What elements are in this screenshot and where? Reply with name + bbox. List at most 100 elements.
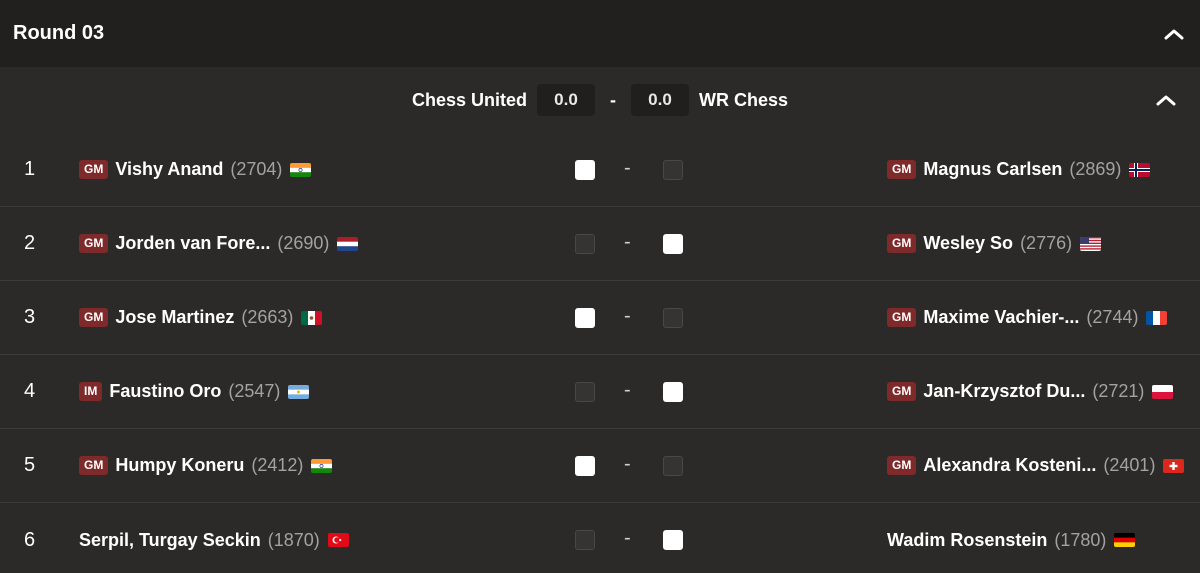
board-number: 6	[24, 528, 36, 551]
board-number: 5	[24, 454, 36, 476]
player-left[interactable]: GM Jose Martinez (2663)	[79, 307, 323, 328]
board-row[interactable]: 5 GM Humpy Koneru (2412) - GM Alexandra Kosten…	[0, 429, 1200, 503]
result-separator: -	[624, 157, 631, 179]
player-rating: (2776)	[1020, 233, 1073, 253]
player-right[interactable]: Wadim Rosenstein (1780)	[887, 529, 1136, 551]
player-name[interactable]: Jose Martinez	[115, 307, 234, 328]
player-left[interactable]: Serpil, Turgay Seckin (1870)	[79, 530, 349, 551]
board-number: 2	[24, 232, 36, 254]
argentina-flag-icon	[288, 384, 310, 399]
result-box-right	[663, 382, 683, 402]
result-box-left	[575, 234, 595, 254]
player-right[interactable]: GM Wesley So (2776)	[887, 233, 1102, 254]
board-row[interactable]: 1 GM Vishy Anand (2704) - GM Magnus Carlsen (28…	[0, 133, 1200, 207]
result-box-left	[575, 308, 595, 328]
board-number: 1	[24, 158, 36, 180]
boards-list: 1 GM Vishy Anand (2704) - GM Magnus Carlsen (28…	[0, 133, 1200, 573]
player-name[interactable]: Vishy Anand	[115, 159, 223, 180]
title-badge: GM	[79, 456, 109, 475]
title-badge: GM	[887, 160, 917, 179]
player-rating: (2744)	[1086, 307, 1139, 327]
title-badge: GM	[79, 160, 109, 179]
result-box-left	[575, 382, 595, 402]
board-row[interactable]: 2 GM Jorden van Fore... (2690) - GM Wesley So (…	[0, 207, 1200, 281]
title-badge: IM	[79, 382, 103, 401]
turkey-flag-icon	[327, 533, 349, 547]
title-badge: GM	[887, 308, 917, 327]
title-badge: GM	[887, 234, 917, 253]
result-separator: -	[624, 231, 631, 253]
result-separator: -	[624, 379, 631, 401]
chevron-up-icon[interactable]	[1161, 21, 1187, 47]
board-row[interactable]: 4 IM Faustino Oro (2547) - GM Jan-Krzysztof Du…	[0, 355, 1200, 429]
result-box-right	[663, 234, 683, 254]
result-box-right	[663, 456, 683, 476]
player-rating: (2704)	[230, 159, 283, 179]
usa-flag-icon	[1080, 236, 1102, 251]
france-flag-icon	[1146, 310, 1168, 325]
mexico-flag-icon	[301, 310, 323, 325]
player-name[interactable]: Jan-Krzysztof Du...	[923, 381, 1085, 402]
board-row[interactable]: 6 Serpil, Turgay Seckin (1870) - Wadim Rosen…	[0, 503, 1200, 573]
result-box-right	[663, 160, 683, 180]
player-rating: (2663)	[241, 307, 294, 327]
result-box-left	[575, 456, 595, 476]
chevron-up-icon[interactable]	[1153, 87, 1179, 113]
round-header[interactable]: Round 03	[0, 0, 1200, 67]
player-rating: (2721)	[1092, 381, 1145, 401]
player-name[interactable]: Jorden van Fore...	[115, 233, 270, 254]
away-team-score: 0.0	[631, 84, 689, 116]
player-name[interactable]: Alexandra Kosteni...	[923, 455, 1096, 476]
player-rating: (1780)	[1054, 529, 1107, 550]
player-rating: (2401)	[1103, 455, 1156, 475]
player-rating: (2869)	[1069, 159, 1122, 179]
result-box-left	[575, 160, 595, 180]
player-right[interactable]: GM Jan-Krzysztof Du... (2721)	[887, 381, 1174, 402]
result-box-right	[663, 530, 683, 550]
norway-flag-icon	[1129, 162, 1151, 177]
round-title: Round 03	[13, 22, 105, 44]
player-name[interactable]: Humpy Koneru	[115, 455, 244, 476]
player-left[interactable]: IM Faustino Oro (2547)	[79, 381, 310, 402]
home-team-score: 0.0	[537, 84, 595, 116]
score-separator: -	[610, 89, 616, 110]
player-right[interactable]: GM Alexandra Kosteni... (2401)	[887, 455, 1185, 476]
player-rating: (2547)	[228, 381, 281, 401]
netherlands-flag-icon	[337, 236, 359, 251]
result-separator: -	[624, 305, 631, 327]
home-team-name: Chess United	[411, 89, 527, 110]
player-name[interactable]: Serpil, Turgay Seckin	[79, 530, 261, 551]
result-separator: -	[624, 527, 631, 549]
player-name[interactable]: Magnus Carlsen	[923, 159, 1062, 180]
result-box-right	[663, 308, 683, 328]
board-number: 4	[24, 380, 36, 402]
round-panel: Round 03 Chess United 0.0 - 0.0 WR Chess…	[0, 0, 1200, 573]
player-name[interactable]: Wesley So	[923, 233, 1013, 254]
player-name[interactable]: Maxime Vachier-...	[923, 307, 1079, 328]
switzerland-flag-icon	[1163, 458, 1185, 473]
title-badge: GM	[79, 308, 109, 327]
player-rating: (1870)	[267, 529, 320, 550]
germany-flag-icon	[1114, 533, 1136, 547]
player-right[interactable]: GM Magnus Carlsen (2869)	[887, 159, 1151, 180]
poland-flag-icon	[1152, 384, 1174, 399]
player-left[interactable]: GM Jorden van Fore... (2690)	[79, 233, 359, 254]
india-flag-icon	[290, 162, 312, 177]
player-name[interactable]: Wadim Rosenstein	[887, 530, 1047, 551]
title-badge: GM	[79, 234, 109, 253]
india-flag-icon	[311, 458, 333, 473]
board-number: 3	[24, 306, 36, 328]
away-team-name: WR Chess	[699, 89, 789, 110]
board-row[interactable]: 3 GM Jose Martinez (2663) - GM Maxime Vachier-…	[0, 281, 1200, 355]
match-header[interactable]: Chess United 0.0 - 0.0 WR Chess	[0, 67, 1200, 133]
title-badge: GM	[887, 456, 917, 475]
match-score: Chess United 0.0 - 0.0 WR Chess	[412, 84, 788, 116]
player-right[interactable]: GM Maxime Vachier-... (2744)	[887, 307, 1168, 328]
player-name[interactable]: Faustino Oro	[109, 381, 221, 402]
player-rating: (2690)	[277, 233, 330, 253]
player-rating: (2412)	[251, 455, 304, 475]
result-box-left	[575, 530, 595, 550]
title-badge: GM	[887, 382, 917, 401]
player-left[interactable]: GM Humpy Koneru (2412)	[79, 455, 333, 476]
player-left[interactable]: GM Vishy Anand (2704)	[79, 159, 312, 180]
